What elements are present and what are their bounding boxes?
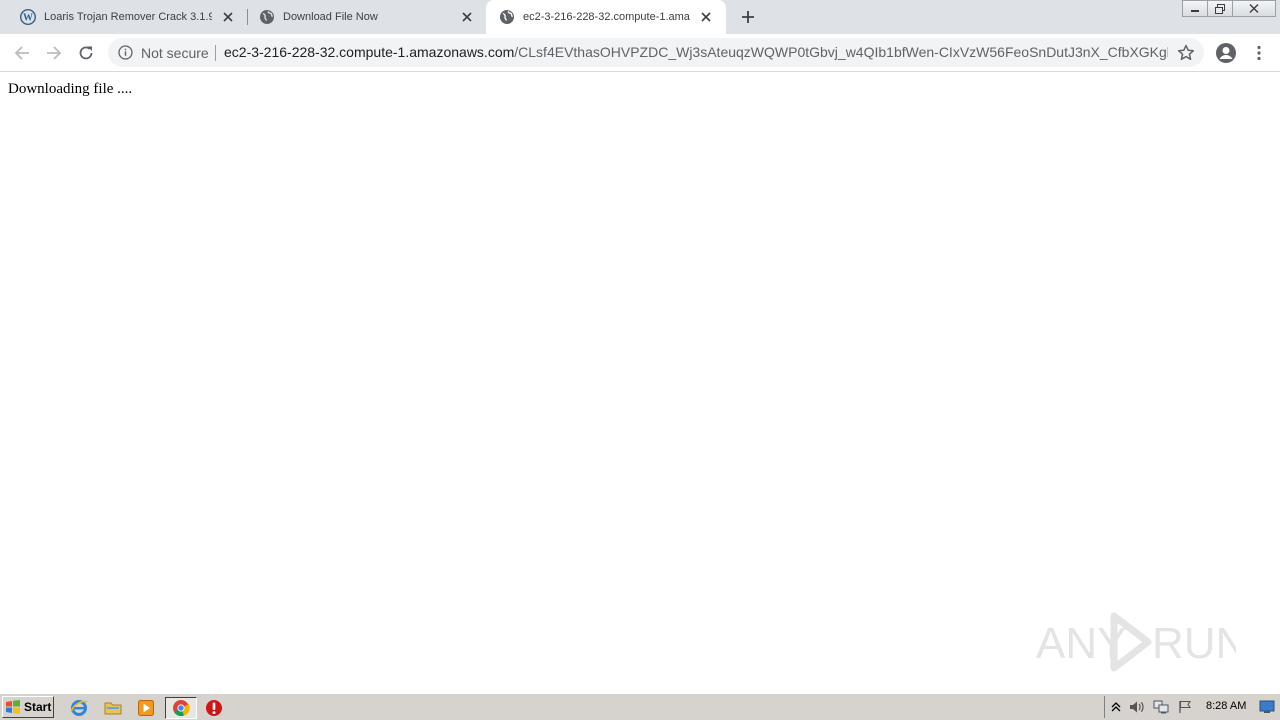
arrow-right-icon [47, 46, 62, 60]
anyrun-watermark-logo: ANY RUN [1036, 612, 1236, 672]
tray-volume[interactable] [1129, 699, 1145, 715]
start-button[interactable]: Start [2, 696, 54, 718]
page-content: Downloading file .... ANY RUN [0, 72, 1280, 692]
close-tab-icon[interactable] [459, 9, 475, 25]
close-tab-icon[interactable] [220, 9, 236, 25]
address-bar[interactable]: Not secure ec2-3-216-228-32.compute-1.am… [108, 38, 1204, 67]
taskbar-chrome[interactable] [165, 697, 197, 719]
divider [215, 45, 216, 61]
tab-title: Loaris Trojan Remover Crack 3.1.96 [44, 11, 212, 23]
taskbar-internet-explorer[interactable] [68, 697, 90, 719]
system-tray [1104, 696, 1280, 718]
watermark-text-right: RUN [1152, 619, 1236, 668]
tab-download-file-now[interactable]: Download File Now [239, 0, 487, 34]
reload-button[interactable] [73, 40, 99, 66]
folder-icon [104, 702, 122, 715]
bookmark-star-icon[interactable] [1176, 43, 1196, 63]
more-vertical-icon [1257, 45, 1261, 61]
close-tab-icon[interactable] [698, 9, 714, 25]
plus-icon [742, 11, 754, 23]
url-host: ec2-3-216-228-32.compute-1.amazonaws.com [224, 44, 515, 60]
windows-logo-icon [6, 700, 20, 714]
tab-strip: W Loaris Trojan Remover Crack 3.1.96 Dow… [0, 0, 1280, 34]
menu-button[interactable] [1246, 40, 1272, 66]
downloading-message: Downloading file .... [8, 81, 133, 97]
chevron-up-icon [1111, 702, 1121, 712]
taskbar: Start 8:28 AM [0, 693, 1280, 720]
wordpress-icon: W [20, 9, 36, 25]
tray-network[interactable] [1153, 699, 1169, 715]
close-icon [1249, 4, 1259, 13]
tab-loaris[interactable]: W Loaris Trojan Remover Crack 3.1.96 [0, 0, 248, 34]
minimize-button[interactable] [1182, 0, 1208, 17]
account-icon [1216, 43, 1236, 63]
arrow-left-icon [14, 46, 29, 60]
tray-action-center[interactable] [1177, 699, 1193, 715]
svg-text:W: W [23, 13, 33, 24]
tab-title: ec2-3-216-228-32.compute-1.amazonaws.com [523, 11, 690, 23]
show-desktop-button[interactable] [1259, 699, 1275, 715]
url-text[interactable]: ec2-3-216-228-32.compute-1.amazonaws.com… [224, 44, 1168, 60]
info-icon[interactable] [118, 45, 133, 60]
url-path: /CLsf4EVthasOHVPZDC_Wj3sAteuqzWQWP0tGbvj… [514, 44, 1168, 60]
network-icon [1153, 700, 1169, 714]
taskbar-file-explorer[interactable] [102, 697, 124, 719]
start-label: Start [24, 700, 52, 714]
media-player-icon [138, 700, 154, 716]
new-tab-button[interactable] [736, 5, 760, 29]
close-window-button[interactable] [1232, 0, 1276, 17]
flag-icon [1179, 700, 1192, 713]
tab-title: Download File Now [283, 11, 378, 23]
globe-icon [260, 10, 274, 24]
profile-button[interactable] [1213, 40, 1239, 66]
security-label[interactable]: Not secure [141, 45, 209, 61]
tray-expand-button[interactable] [1108, 699, 1124, 715]
globe-icon [500, 10, 514, 24]
alert-icon [206, 700, 222, 716]
taskbar-clock[interactable]: 8:28 AM [1206, 700, 1246, 712]
back-button[interactable] [9, 40, 35, 66]
minimize-icon [1191, 9, 1199, 12]
restore-icon [1215, 3, 1225, 14]
speaker-icon [1130, 701, 1144, 713]
browser-toolbar: Not secure ec2-3-216-228-32.compute-1.am… [0, 34, 1280, 72]
desktop-icon [1259, 700, 1275, 713]
chrome-icon [173, 700, 190, 716]
taskbar-media-player[interactable] [135, 697, 157, 719]
restore-button[interactable] [1207, 0, 1233, 17]
internet-explorer-icon [70, 700, 88, 716]
reload-icon [79, 46, 93, 60]
taskbar-security-app[interactable] [203, 697, 225, 719]
forward-button[interactable] [41, 40, 67, 66]
tab-amazonaws[interactable]: ec2-3-216-228-32.compute-1.amazonaws.com [486, 0, 726, 34]
